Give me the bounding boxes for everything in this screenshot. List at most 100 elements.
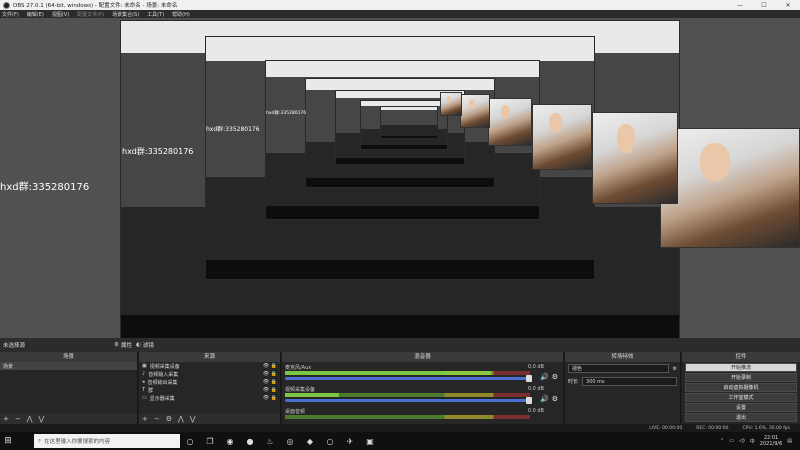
clock[interactable]: 22:01 2021/9/6	[760, 435, 782, 447]
source-item[interactable]: ♪ 音频输入采集 👁 🔒	[139, 370, 280, 378]
controls-dock: 控件 开始推流 开始录制 启动虚拟摄像机 工作室模式 设置 退出	[682, 352, 800, 424]
app-icon[interactable]: ✈	[340, 437, 360, 446]
chevron-up-icon[interactable]: ⌃	[720, 438, 724, 444]
start-recording-button[interactable]: 开始录制	[685, 373, 797, 382]
menu-file[interactable]: 文件(F)	[2, 11, 19, 18]
speaker-icon[interactable]: 🔊	[540, 373, 549, 381]
duration-label: 时长	[568, 379, 579, 385]
minimize-icon[interactable]: —	[728, 2, 752, 9]
volume-slider[interactable]	[285, 375, 532, 382]
search-icon: ⌕	[38, 437, 42, 444]
maximize-icon[interactable]: ☐	[752, 2, 776, 9]
ime-icon[interactable]: 中	[750, 438, 755, 445]
source-item[interactable]: T 群 👁 🔒	[139, 386, 280, 394]
mic-icon: ♪	[142, 371, 146, 377]
duration-input[interactable]: 300 ms	[582, 377, 677, 386]
sources-toolbar: + − ⚙ ⋀ ⋁	[139, 414, 280, 424]
visibility-eye-icon[interactable]: 👁 🔒	[263, 363, 277, 369]
speaker-icon[interactable]: 🔊	[540, 395, 549, 403]
menu-tools[interactable]: 工具(T)	[147, 11, 164, 18]
webcam-capture	[660, 128, 800, 248]
windows-start-icon[interactable]: ⊞	[0, 436, 16, 446]
edge-browser-icon[interactable]: ◉	[220, 437, 240, 446]
start-streaming-button[interactable]: 开始推流	[685, 363, 797, 372]
visibility-eye-icon[interactable]: 👁 🔒	[263, 379, 277, 385]
menu-profile[interactable]: 配置文件(P)	[77, 11, 104, 18]
scenes-title: 场景	[0, 352, 137, 362]
app-icon[interactable]: ○	[320, 437, 340, 446]
move-down-icon[interactable]: ⋁	[39, 415, 45, 423]
settings-button[interactable]: 设置	[685, 403, 797, 412]
channel-db: 0.0 dB	[527, 386, 544, 392]
live-status: LIVE: 00:00:00	[649, 425, 683, 431]
cpu-status: CPU: 1.6%, 30.00 fps	[742, 425, 791, 431]
camera-icon: ▣	[142, 363, 147, 369]
gear-icon: ⚙	[114, 342, 119, 348]
gear-icon[interactable]: ⚙	[552, 395, 558, 403]
channel-name: 桌面音频	[285, 409, 306, 415]
group-number-text: hxd群:335280176	[206, 126, 260, 133]
visibility-eye-icon[interactable]: 👁 🔒	[263, 387, 277, 393]
obs-icon[interactable]: ◎	[280, 437, 300, 446]
menu-scene-collection[interactable]: 场景集合(S)	[112, 11, 139, 18]
taskbar-search-box[interactable]: ⌕ 在这里输入你要搜索的内容	[34, 434, 180, 448]
gear-icon[interactable]: ⚙	[166, 415, 172, 423]
sources-dock: 来源 ▣ 视频采集设备 👁 🔒 ♪ 音频输入采集 👁 🔒 ◂ 音频输出采集 👁 🔒 T 群 👁 …	[139, 352, 281, 424]
menu-bar: 文件(F) 编辑(E) 视图(V) 配置文件(P) 场景集合(S) 工具(T) …	[0, 10, 800, 18]
app-icon[interactable]: ▣	[360, 437, 380, 446]
filters-button[interactable]: ◐ 滤镜	[136, 340, 154, 350]
nested-capture-frame	[380, 106, 438, 139]
notification-icon[interactable]: ▤	[787, 438, 792, 444]
rec-status: REC: 00:00:00	[696, 425, 729, 431]
mixer-channel: 麦克风/Aux 0.0 dB 🔊 ⚙	[285, 364, 560, 384]
properties-button[interactable]: ⚙ 属性	[114, 340, 132, 350]
task-view-icon[interactable]: ❐	[200, 437, 220, 446]
move-up-icon[interactable]: ⋀	[178, 415, 184, 423]
source-item[interactable]: ◂ 音频输出采集 👁 🔒	[139, 378, 280, 386]
steam-icon[interactable]: ♨	[260, 437, 280, 446]
group-number-text: hxd群:335280176	[0, 182, 90, 193]
scenes-toolbar: + − ⋀ ⋁	[0, 414, 137, 424]
move-down-icon[interactable]: ⋁	[190, 415, 196, 423]
transition-type-select[interactable]: 褪色	[568, 364, 669, 373]
windows-taskbar: ⊞ ⌕ 在这里输入你要搜索的内容 ○ ❐ ◉ ● ♨ ◎ ◆ ○ ✈ ▣ ⌃ ▭…	[0, 432, 800, 450]
remove-icon[interactable]: −	[154, 415, 160, 423]
move-up-icon[interactable]: ⋀	[27, 415, 33, 423]
start-virtual-camera-button[interactable]: 启动虚拟摄像机	[685, 383, 797, 392]
status-bar: LIVE: 00:00:00 REC: 00:00:00 CPU: 1.6%, …	[0, 424, 800, 432]
add-icon[interactable]: +	[3, 415, 9, 423]
cortana-icon[interactable]: ○	[180, 437, 200, 446]
studio-mode-button[interactable]: 工作室模式	[685, 393, 797, 402]
app-icon[interactable]: ●	[240, 437, 260, 446]
title-bar: OBS 27.0.1 (64-bit, windows) - 配置文件: 未命名…	[0, 0, 800, 10]
volume-slider[interactable]	[285, 397, 532, 404]
remove-icon[interactable]: −	[15, 415, 21, 423]
channel-db: 0.0 dB	[527, 364, 544, 370]
source-item[interactable]: ▣ 视频采集设备 👁 🔒	[139, 362, 280, 370]
preview-canvas[interactable]: hxd群:335280176 hxd群:335280176 hxd群:33528…	[0, 18, 800, 338]
add-icon[interactable]: +	[142, 415, 148, 423]
controls-title: 控件	[682, 352, 800, 362]
app-icon[interactable]: ◆	[300, 437, 320, 446]
source-item[interactable]: ▭ 显示器采集 👁 🔒	[139, 394, 280, 402]
monitor-icon: ▭	[142, 395, 147, 401]
channel-db: 0.0 dB	[527, 408, 544, 414]
gear-icon[interactable]: ⚙	[552, 373, 558, 381]
visibility-eye-icon[interactable]: 👁 🔒	[263, 395, 277, 401]
volume-icon[interactable]: ◁)	[739, 438, 745, 444]
webcam-capture	[592, 112, 678, 204]
search-placeholder: 在这里输入你要搜索的内容	[44, 439, 111, 445]
menu-help[interactable]: 帮助(H)	[172, 11, 190, 18]
menu-edit[interactable]: 编辑(E)	[27, 11, 44, 18]
exit-button[interactable]: 退出	[685, 413, 797, 422]
gear-icon[interactable]: ⚙	[673, 366, 677, 372]
close-icon[interactable]: ✕	[776, 2, 800, 9]
scenes-dock: 场景 场景 + − ⋀ ⋁	[0, 352, 138, 424]
scene-item[interactable]: 场景	[0, 362, 137, 370]
webcam-capture	[460, 94, 490, 128]
channel-name: 视频采集设备	[285, 387, 316, 393]
transition-duration-row: 时长 300 ms	[565, 375, 680, 388]
visibility-eye-icon[interactable]: 👁 🔒	[263, 371, 277, 377]
network-icon[interactable]: ▭	[729, 438, 734, 444]
menu-view[interactable]: 视图(V)	[52, 11, 69, 18]
